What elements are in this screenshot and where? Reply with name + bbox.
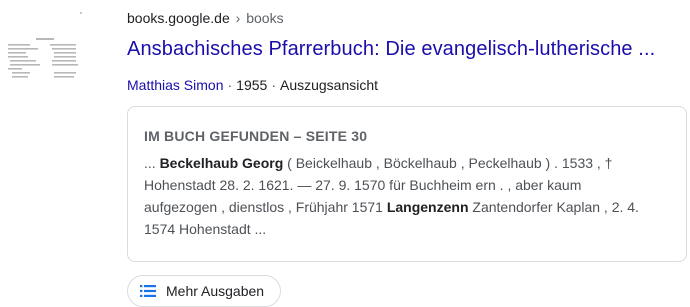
url-separator: › (235, 10, 241, 26)
snippet-line: ... Beckelhaub Georg ( Beickelhaub , Böc… (144, 152, 669, 174)
snippet-text-fragment: ( Beickelhaub , Böckelhaub , Peckelhaub … (283, 155, 613, 171)
more-editions-label: Mehr Ausgaben (166, 283, 265, 299)
more-editions-button[interactable]: Mehr Ausgaben (127, 275, 282, 307)
snippet-highlight: Beckelhaub Georg (159, 155, 284, 171)
snippet-heading: IM BUCH GEFUNDEN – SEITE 30 (144, 128, 368, 144)
meta-separator: · (227, 77, 233, 93)
book-page-thumbnail[interactable] (0, 0, 100, 110)
result-title-link[interactable]: Ansbachisches Pfarrerbuch: Die evangelis… (127, 36, 655, 62)
result-url[interactable]: books.google.de › books (127, 9, 284, 27)
view-type: Auszugsansicht (279, 77, 379, 93)
snippet-text: ... Beckelhaub Georg ( Beickelhaub , Böc… (144, 152, 669, 240)
meta-separator: · (271, 77, 276, 93)
snippet-text-fragment: Zantendorfer Kaplan , 2. 4. (468, 199, 639, 215)
result-meta: Matthias Simon · 1955 · Auszugsansicht (127, 75, 378, 95)
book-snippet-card[interactable]: IM BUCH GEFUNDEN – SEITE 30 ... Beckelha… (127, 106, 687, 262)
snippet-highlight: Langenzenn (386, 199, 469, 215)
url-path: books (246, 10, 284, 26)
list-icon (140, 285, 156, 297)
author-link[interactable]: Matthias Simon (127, 77, 223, 93)
snippet-line: Hohenstadt 28. 2. 1621. — 27. 9. 1570 fü… (144, 177, 582, 193)
snippet-text-fragment: ... (144, 155, 160, 171)
snippet-text-fragment: aufgezogen , dienstlos , Frühjahr 1571 (144, 199, 387, 215)
publication-year: 1955 (236, 77, 268, 93)
url-domain: books.google.de (127, 10, 230, 26)
snippet-line: 1574 Hohenstadt ... (144, 221, 267, 237)
snippet-line: aufgezogen , dienstlos , Frühjahr 1571 L… (144, 196, 669, 218)
